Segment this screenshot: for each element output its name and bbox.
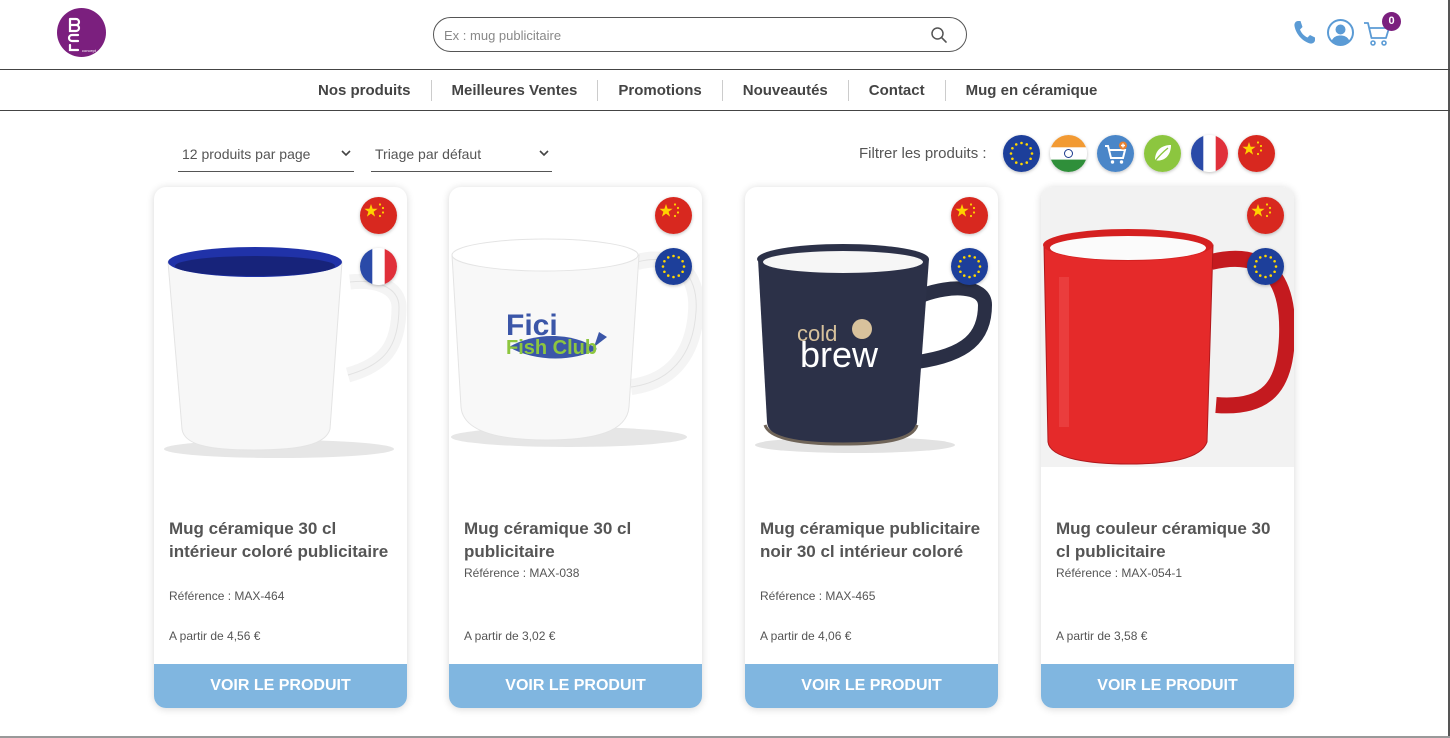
china-flag-icon	[655, 197, 692, 234]
filter-cart-plus-icon[interactable]	[1097, 135, 1134, 172]
product-image[interactable]: Fici Fish Club	[449, 187, 702, 507]
per-page-select[interactable]: 12 produits par page	[178, 138, 354, 172]
phone-icon[interactable]	[1292, 18, 1318, 46]
nav-item-meilleures-ventes[interactable]: Meilleures Ventes	[432, 80, 599, 101]
product-image[interactable]	[154, 187, 407, 507]
brand-logo[interactable]: concept	[57, 8, 106, 57]
filter-leaf-icon[interactable]	[1144, 135, 1181, 172]
view-product-button[interactable]: VOIR LE PRODUIT	[745, 664, 998, 708]
product-title[interactable]: Mug céramique 30 cl intérieur coloré pub…	[169, 517, 394, 563]
product-price: A partir de 4,56 €	[169, 629, 261, 643]
nav-item-nos-produits[interactable]: Nos produits	[298, 80, 432, 101]
eu-flag-icon	[951, 248, 988, 285]
main-nav: Nos produits Meilleures Ventes Promotion…	[0, 70, 1450, 111]
sort-select[interactable]: Triage par défaut	[371, 138, 552, 172]
nav-item-contact[interactable]: Contact	[849, 80, 946, 101]
product-card: Fici Fish Club Mug céramique 30 cl publi…	[449, 187, 702, 708]
china-flag-icon	[1247, 197, 1284, 234]
product-reference: Référence : MAX-054-1	[1056, 566, 1183, 580]
chevron-down-icon	[539, 150, 549, 157]
nav-item-promotions[interactable]: Promotions	[598, 80, 723, 101]
filter-eu-flag-icon[interactable]	[1003, 135, 1040, 172]
search-bar	[433, 17, 967, 52]
product-image[interactable]	[1041, 187, 1294, 507]
svg-text:concept: concept	[82, 48, 97, 53]
per-page-value: 12 produits par page	[182, 146, 311, 162]
view-product-button[interactable]: VOIR LE PRODUIT	[449, 664, 702, 708]
product-reference: Référence : MAX-038	[464, 566, 580, 580]
sort-value: Triage par défaut	[375, 146, 482, 162]
search-icon[interactable]	[930, 26, 948, 44]
filter-india-flag-icon[interactable]	[1050, 135, 1087, 172]
product-reference: Référence : MAX-465	[760, 589, 876, 603]
search-input[interactable]	[444, 24, 914, 46]
view-product-button[interactable]: VOIR LE PRODUIT	[1041, 664, 1294, 708]
filter-france-flag-icon[interactable]	[1191, 135, 1228, 172]
cart-count-badge: 0	[1382, 12, 1401, 31]
filter-china-flag-icon[interactable]	[1238, 135, 1275, 172]
eu-flag-icon	[655, 248, 692, 285]
print-text-fish-club: Fish Club	[506, 337, 597, 359]
view-product-button[interactable]: VOIR LE PRODUIT	[154, 664, 407, 708]
site-header: concept 0	[0, 0, 1450, 70]
product-card: Mug couleur céramique 30 cl publicitaire…	[1041, 187, 1294, 708]
product-title[interactable]: Mug couleur céramique 30 cl publicitaire	[1056, 517, 1281, 563]
filter-label: Filtrer les produits :	[859, 145, 987, 162]
product-card: Mug céramique 30 cl intérieur coloré pub…	[154, 187, 407, 708]
china-flag-icon	[951, 197, 988, 234]
france-flag-icon	[360, 248, 397, 285]
product-price: A partir de 3,58 €	[1056, 629, 1148, 643]
product-price: A partir de 4,06 €	[760, 629, 852, 643]
nav-item-nouveautes[interactable]: Nouveautés	[723, 80, 849, 101]
nav-item-mug-ceramique[interactable]: Mug en céramique	[946, 80, 1118, 101]
product-title[interactable]: Mug céramique publicitaire noir 30 cl in…	[760, 517, 985, 563]
china-flag-icon	[360, 197, 397, 234]
chevron-down-icon	[341, 150, 351, 157]
print-text-brew: brew	[800, 334, 879, 375]
product-card: cold brew Mug céramique publicitaire noi…	[745, 187, 998, 708]
product-title[interactable]: Mug céramique 30 cl publicitaire	[464, 517, 689, 563]
eu-flag-icon	[1247, 248, 1284, 285]
product-reference: Référence : MAX-464	[169, 589, 285, 603]
account-icon[interactable]	[1326, 18, 1355, 47]
product-price: A partir de 3,02 €	[464, 629, 556, 643]
product-image[interactable]: cold brew	[745, 187, 998, 507]
